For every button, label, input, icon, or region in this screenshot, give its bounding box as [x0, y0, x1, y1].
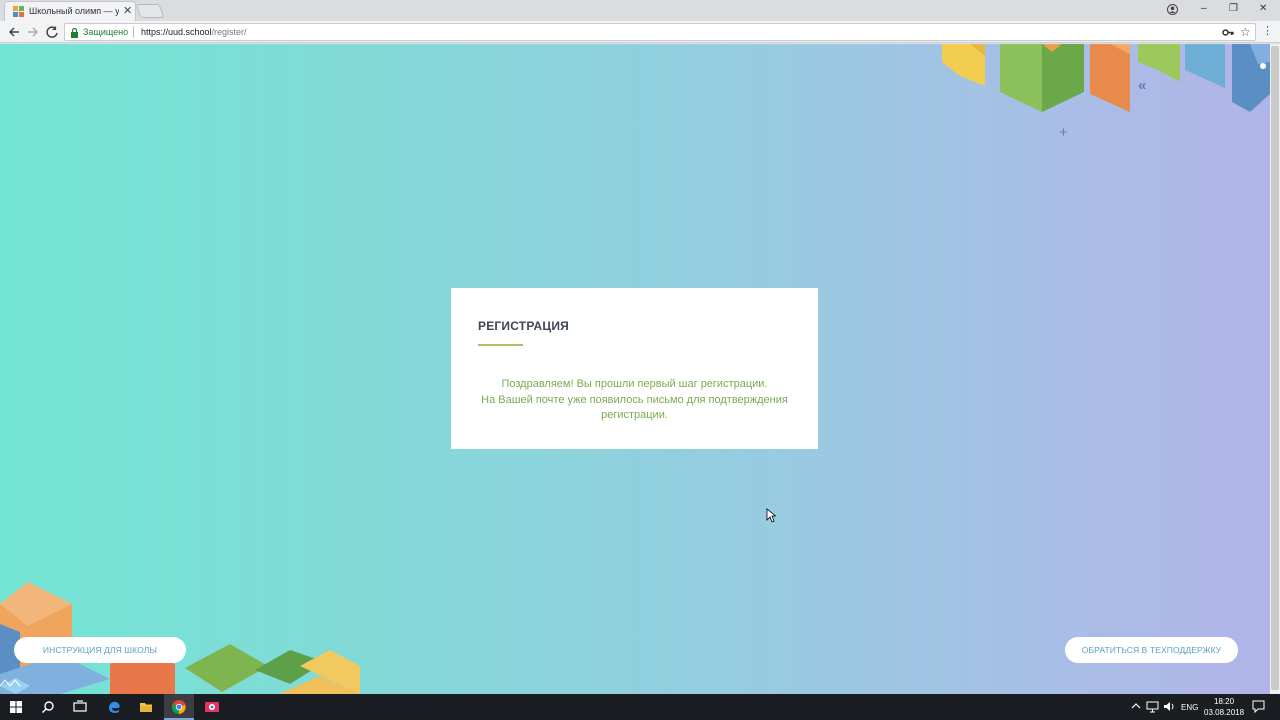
volume-icon[interactable] — [1163, 700, 1176, 713]
tab-close-icon[interactable]: ✕ — [123, 4, 132, 17]
browser-menu-icon[interactable]: ⋮ — [1262, 24, 1273, 37]
back-arrow-icon[interactable] — [6, 24, 22, 40]
url-text: https://uud.school/register/ — [141, 27, 247, 37]
lock-icon — [71, 27, 78, 38]
card-title: РЕГИСТРАЦИЯ — [478, 319, 569, 333]
key-icon[interactable] — [1222, 27, 1234, 38]
chrome-icon[interactable] — [171, 699, 187, 715]
message-line: Поздравляем! Вы прошли первый шаг регист… — [501, 378, 768, 390]
task-view-icon[interactable] — [72, 699, 88, 715]
collapse-chevron-icon[interactable]: « — [1138, 77, 1146, 94]
browser-tab[interactable]: Школьный олимп — уч ✕ — [4, 1, 136, 21]
address-bar[interactable]: Защищено https://uud.school/register/ ☆ — [64, 23, 1256, 41]
page-viewport: « + РЕГИСТРАЦИЯ Поздравляем! Вы прошли п… — [0, 44, 1270, 694]
clock-time[interactable]: 18:20 — [1214, 697, 1234, 706]
success-message: Поздравляем! Вы прошли первый шаг регист… — [466, 377, 803, 424]
clock-date[interactable]: 03.08.2018 — [1204, 708, 1244, 717]
message-line: регистрации. — [601, 409, 668, 421]
maximize-button[interactable]: ❐ — [1229, 3, 1238, 14]
tab-title: Школьный олимп — уч — [29, 6, 119, 16]
contact-support-button[interactable]: ОБРАТИТЬСЯ В ТЕХПОДДЕРЖКУ — [1065, 637, 1238, 663]
secure-label: Защищено — [83, 27, 129, 37]
search-icon[interactable] — [40, 699, 56, 715]
bottom-decoration-cubes — [0, 582, 360, 694]
notification-icon[interactable] — [1252, 700, 1265, 713]
profile-icon[interactable] — [1167, 4, 1178, 15]
close-window-button[interactable]: ✕ — [1259, 3, 1267, 14]
bookmark-star-icon[interactable]: ☆ — [1240, 25, 1251, 39]
url-host: https://uud.school — [141, 27, 212, 37]
url-divider — [133, 26, 134, 38]
top-decoration-cubes — [942, 44, 1270, 112]
site-favicon-icon — [13, 6, 24, 17]
forward-arrow-icon[interactable] — [25, 24, 41, 40]
school-instruction-button[interactable]: ИНСТРУКЦИЯ ДЛЯ ШКОЛЫ — [14, 637, 186, 663]
plus-icon: + — [1059, 124, 1068, 141]
browser-toolbar: Защищено https://uud.school/register/ ☆ … — [0, 21, 1280, 43]
new-tab-button[interactable] — [135, 4, 165, 18]
title-underline — [478, 344, 523, 346]
registration-card: РЕГИСТРАЦИЯ Поздравляем! Вы прошли первы… — [451, 288, 818, 449]
reload-icon[interactable] — [44, 24, 60, 40]
file-explorer-icon[interactable] — [138, 699, 154, 715]
network-icon[interactable] — [1146, 700, 1159, 713]
app-icon[interactable] — [204, 699, 220, 715]
scrollbar-thumb[interactable] — [1271, 46, 1279, 690]
message-line: На Вашей почте уже появилось письмо для … — [481, 393, 788, 406]
windows-start-icon[interactable] — [8, 699, 24, 715]
page-scrollbar[interactable] — [1270, 44, 1280, 694]
chevron-up-icon[interactable] — [1131, 701, 1141, 711]
windows-taskbar: ENG 18:20 03.08.2018 — [0, 694, 1280, 720]
decor-dot — [1260, 63, 1266, 69]
language-indicator[interactable]: ENG — [1181, 703, 1198, 712]
url-path: /register/ — [211, 27, 247, 37]
browser-tab-bar: Школьный олимп — уч ✕ – ❐ ✕ — [0, 0, 1280, 21]
mouse-cursor-icon — [766, 508, 776, 523]
edge-icon[interactable] — [106, 699, 122, 715]
minimize-button[interactable]: – — [1201, 3, 1207, 14]
